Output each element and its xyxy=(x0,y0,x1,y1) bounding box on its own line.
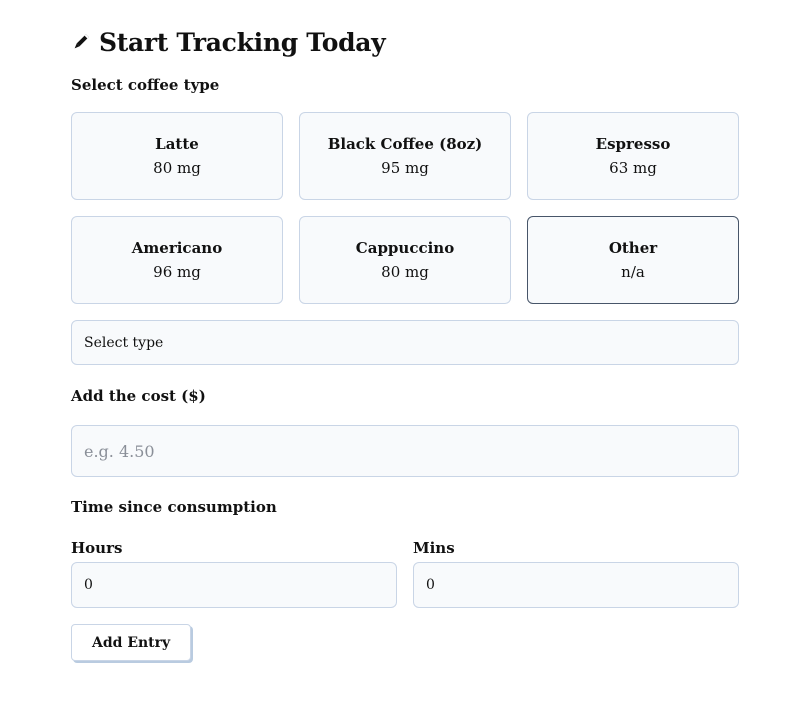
coffee-caffeine: 80 mg xyxy=(153,159,201,177)
add-entry-button[interactable]: Add Entry xyxy=(71,624,192,661)
coffee-name: Espresso xyxy=(595,135,671,153)
coffee-caffeine: 63 mg xyxy=(609,159,657,177)
coffee-name: Americano xyxy=(131,239,223,257)
coffee-type-select-value: Select type xyxy=(84,334,164,351)
page-title: Start Tracking Today xyxy=(99,27,386,57)
coffee-caffeine: 95 mg xyxy=(381,159,429,177)
hours-group: Hours xyxy=(71,540,397,608)
coffee-type-label: Select coffee type xyxy=(71,76,220,94)
coffee-caffeine: 80 mg xyxy=(381,263,429,281)
coffee-card-latte[interactable]: Latte 80 mg xyxy=(71,112,283,200)
coffee-card-cappuccino[interactable]: Cappuccino 80 mg xyxy=(299,216,511,304)
cost-input[interactable] xyxy=(71,425,739,477)
coffee-name: Black Coffee (8oz) xyxy=(327,135,483,153)
coffee-card-black-coffee[interactable]: Black Coffee (8oz) 95 mg xyxy=(299,112,511,200)
coffee-name: Latte xyxy=(155,135,199,153)
pencil-icon xyxy=(71,32,91,52)
title-row: Start Tracking Today xyxy=(71,26,739,58)
coffee-caffeine: n/a xyxy=(621,263,645,281)
mins-group: Mins xyxy=(413,540,739,608)
coffee-name: Other xyxy=(608,239,658,257)
coffee-card-espresso[interactable]: Espresso 63 mg xyxy=(527,112,739,200)
coffee-caffeine: 96 mg xyxy=(153,263,201,281)
hours-input[interactable] xyxy=(71,562,397,608)
coffee-card-americano[interactable]: Americano 96 mg xyxy=(71,216,283,304)
tracking-form: Start Tracking Today Select coffee type … xyxy=(71,26,739,661)
time-row: Hours Mins xyxy=(71,540,739,608)
coffee-type-select[interactable]: Select type xyxy=(71,320,739,365)
mins-input[interactable] xyxy=(413,562,739,608)
hours-label: Hours xyxy=(71,539,123,557)
coffee-name: Cappuccino xyxy=(355,239,455,257)
time-since-label: Time since consumption xyxy=(71,498,277,516)
cost-label: Add the cost ($) xyxy=(71,387,206,405)
coffee-card-other[interactable]: Other n/a xyxy=(527,216,739,304)
coffee-type-grid: Latte 80 mg Black Coffee (8oz) 95 mg Esp… xyxy=(71,112,739,304)
mins-label: Mins xyxy=(413,539,455,557)
